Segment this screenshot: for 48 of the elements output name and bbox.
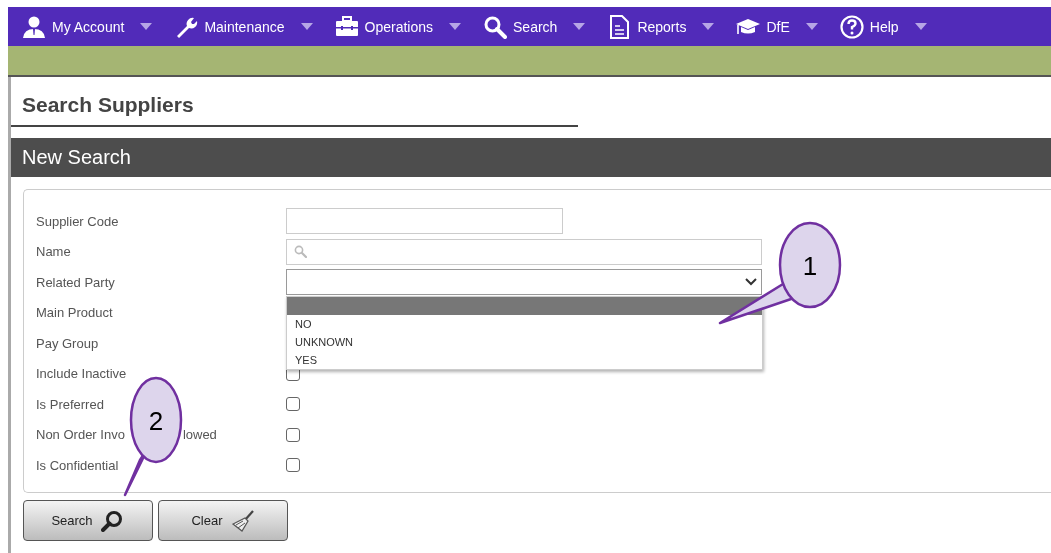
page-title: Search Suppliers (22, 93, 195, 117)
section-title: New Search (22, 146, 131, 169)
field-label: Main Product (36, 305, 114, 321)
search-icon (294, 245, 307, 259)
help-icon (839, 14, 864, 39)
person-icon (22, 14, 46, 39)
field-label: Include Inactive (36, 366, 128, 382)
caret-icon (805, 23, 818, 30)
callout-number: 2 (148, 406, 164, 436)
caret-icon (449, 23, 462, 30)
document-icon (607, 14, 632, 39)
field-label: lowed (182, 427, 217, 443)
dropdown-option[interactable]: UNKNOWN (287, 333, 762, 351)
callout-number: 1 (802, 251, 818, 281)
search-button[interactable]: Search (23, 500, 153, 541)
nav-menu-item[interactable]: Reports (607, 14, 715, 39)
caret-icon (573, 23, 586, 30)
caret-icon (140, 23, 153, 30)
nav-menu-item[interactable]: DfE (736, 14, 818, 39)
search-field[interactable] (286, 238, 762, 265)
field-label: Name (36, 244, 72, 260)
field-label: Is Confidential (36, 457, 120, 473)
caret-icon (914, 23, 927, 30)
clear-button[interactable]: Clear (158, 500, 288, 541)
checkbox[interactable] (286, 397, 300, 412)
briefcase-icon (334, 14, 359, 39)
field-label: Pay Group (36, 335, 100, 351)
field-label: Non Order Invo (36, 427, 125, 443)
caret-icon (300, 23, 313, 30)
select-field[interactable] (286, 269, 762, 296)
checkbox[interactable] (286, 458, 300, 473)
dropdown-option[interactable]: YES (287, 351, 762, 369)
field-label: Is Preferred (36, 396, 105, 412)
search-icon (483, 14, 508, 39)
checkbox[interactable] (286, 427, 300, 442)
field-label: Supplier Code (36, 213, 120, 229)
magnifier-icon (100, 509, 125, 532)
chevron-down-icon (745, 278, 757, 287)
broom-icon (230, 509, 255, 532)
nav-menu-item[interactable]: My Account (22, 14, 153, 39)
text-field[interactable] (286, 208, 563, 235)
dropdown-option[interactable]: NO (287, 315, 762, 333)
nav-menu-item[interactable]: Maintenance (174, 14, 313, 39)
nav-menu-item[interactable]: Help (839, 14, 927, 39)
nav-menu-item[interactable]: Search (483, 14, 586, 39)
caret-icon (702, 23, 715, 30)
field-label: Related Party (36, 274, 116, 290)
nav-menu-item[interactable]: Operations (334, 14, 462, 39)
